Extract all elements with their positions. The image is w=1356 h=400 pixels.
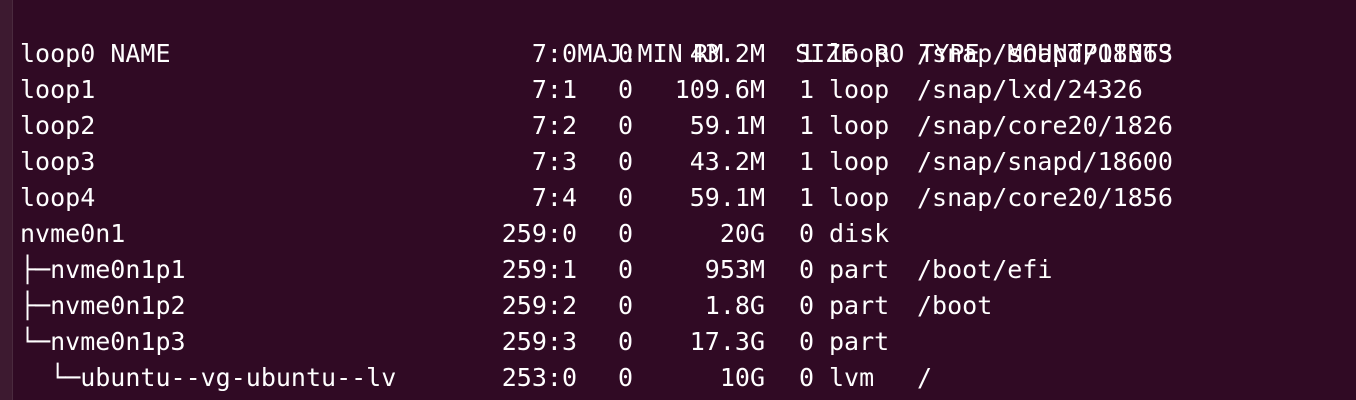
device-mountpoints: /snap/lxd/24326 bbox=[917, 75, 1143, 104]
device-rm: 0 bbox=[617, 39, 633, 68]
device-majmin: 7:1 bbox=[531, 75, 577, 104]
device-ro: 0 bbox=[798, 219, 814, 248]
device-mountpoints: /boot bbox=[917, 291, 993, 320]
device-type: part bbox=[829, 327, 890, 356]
device-mountpoints: /boot/efi bbox=[917, 255, 1053, 284]
device-rm: 0 bbox=[617, 363, 633, 392]
device-ro: 0 bbox=[798, 327, 814, 356]
device-size: 1.8G bbox=[704, 291, 765, 320]
device-majmin: 7:4 bbox=[531, 183, 577, 212]
device-mountpoints: /snap/snapd/18363 bbox=[917, 39, 1173, 68]
table-row: └─nvme0n1p3 259:3 0 17.3G 0 part bbox=[20, 324, 1173, 360]
device-majmin: 259:2 bbox=[501, 291, 577, 320]
device-rm: 0 bbox=[617, 75, 633, 104]
table-row: loop0 7:0 0 43.2M 1 loop/snap/snapd/18363 bbox=[20, 36, 1173, 72]
device-majmin: 259:1 bbox=[501, 255, 577, 284]
device-ro: 1 bbox=[798, 183, 814, 212]
device-majmin: 253:0 bbox=[501, 363, 577, 392]
device-majmin: 259:3 bbox=[501, 327, 577, 356]
device-rm: 0 bbox=[617, 219, 633, 248]
device-name: ├─nvme0n1p2 bbox=[20, 291, 186, 320]
device-size: 953M bbox=[704, 255, 765, 284]
device-type: loop bbox=[829, 147, 890, 176]
device-mountpoints: / bbox=[917, 363, 933, 392]
device-rm: 0 bbox=[617, 291, 633, 320]
device-name: loop3 bbox=[20, 147, 96, 176]
table-row: ├─nvme0n1p1 259:1 0 953M 0 part/boot/efi bbox=[20, 252, 1173, 288]
device-name: nvme0n1 bbox=[20, 219, 126, 248]
device-rm: 0 bbox=[617, 255, 633, 284]
device-size: 17.3G bbox=[689, 327, 765, 356]
table-row: loop3 7:3 0 43.2M 1 loop/snap/snapd/18600 bbox=[20, 144, 1173, 180]
device-ro: 0 bbox=[798, 255, 814, 284]
device-size: 20G bbox=[719, 219, 765, 248]
device-ro: 1 bbox=[798, 75, 814, 104]
device-rm: 0 bbox=[617, 147, 633, 176]
table-row: ├─nvme0n1p2 259:2 0 1.8G 0 part/boot bbox=[20, 288, 1173, 324]
device-name: ├─nvme0n1p1 bbox=[20, 255, 186, 284]
device-type: lvm bbox=[829, 363, 875, 392]
device-type: part bbox=[829, 291, 890, 320]
device-size: 43.2M bbox=[689, 39, 765, 68]
device-rm: 0 bbox=[617, 111, 633, 140]
terminal-window[interactable]: NAME MAJ:MIN RM SIZE RO TYPE MOUNTPOINTS loop0… bbox=[0, 0, 1356, 400]
table-body: loop0 7:0 0 43.2M 1 loop/snap/snapd/18363 loop… bbox=[20, 36, 1173, 396]
table-header: NAME MAJ:MIN RM SIZE RO TYPE MOUNTPOINTS bbox=[20, 0, 1173, 68]
device-mountpoints: /snap/snapd/18600 bbox=[917, 147, 1173, 176]
device-name: └─ubuntu--vg-ubuntu--lv bbox=[20, 363, 397, 392]
device-ro: 1 bbox=[798, 147, 814, 176]
device-rm: 0 bbox=[617, 327, 633, 356]
table-row: └─ubuntu--vg-ubuntu--lv 253:0 0 10G 0 lvm / bbox=[20, 360, 1173, 396]
device-name: loop2 bbox=[20, 111, 96, 140]
table-row: nvme0n1 259:0 0 20G 0 disk bbox=[20, 216, 1173, 252]
device-type: disk bbox=[829, 219, 890, 248]
device-majmin: 7:0 bbox=[531, 39, 577, 68]
device-name: loop0 bbox=[20, 39, 96, 68]
device-ro: 1 bbox=[798, 111, 814, 140]
window-left-edge bbox=[0, 0, 13, 400]
device-mountpoints: /snap/core20/1856 bbox=[917, 183, 1173, 212]
device-size: 59.1M bbox=[689, 183, 765, 212]
device-mountpoints: /snap/core20/1826 bbox=[917, 111, 1173, 140]
table-row: loop4 7:4 0 59.1M 1 loop/snap/core20/1856 bbox=[20, 180, 1173, 216]
device-name: └─nvme0n1p3 bbox=[20, 327, 186, 356]
device-size: 43.2M bbox=[689, 147, 765, 176]
device-type: loop bbox=[829, 75, 890, 104]
device-type: loop bbox=[829, 111, 890, 140]
device-ro: 0 bbox=[798, 363, 814, 392]
device-ro: 1 bbox=[798, 39, 814, 68]
device-majmin: 259:0 bbox=[501, 219, 577, 248]
table-row: loop1 7:1 0 109.6M 1 loop/snap/lxd/24326 bbox=[20, 72, 1173, 108]
device-type: loop bbox=[829, 183, 890, 212]
lsblk-output: NAME MAJ:MIN RM SIZE RO TYPE MOUNTPOINTS loop0… bbox=[20, 0, 1173, 396]
device-name: loop4 bbox=[20, 183, 96, 212]
device-size: 109.6M bbox=[674, 75, 765, 104]
device-majmin: 7:2 bbox=[531, 111, 577, 140]
table-row: loop2 7:2 0 59.1M 1 loop/snap/core20/1826 bbox=[20, 108, 1173, 144]
device-name: loop1 bbox=[20, 75, 96, 104]
device-size: 10G bbox=[719, 363, 765, 392]
device-size: 59.1M bbox=[689, 111, 765, 140]
device-type: loop bbox=[829, 39, 890, 68]
device-type: part bbox=[829, 255, 890, 284]
device-ro: 0 bbox=[798, 291, 814, 320]
device-majmin: 7:3 bbox=[531, 147, 577, 176]
device-rm: 0 bbox=[617, 183, 633, 212]
